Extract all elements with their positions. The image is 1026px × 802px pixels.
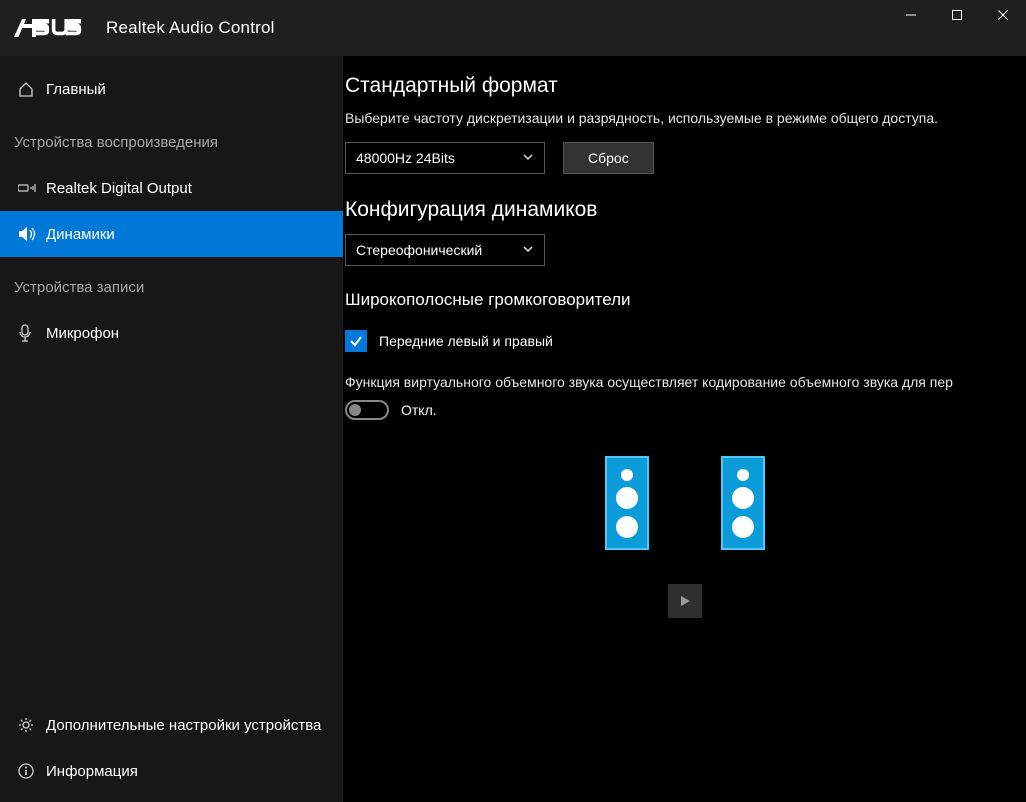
front-lr-checkbox[interactable]	[345, 330, 367, 352]
section-subtitle: Выберите частоту дискретизации и разрядн…	[345, 110, 1026, 126]
asus-logo	[14, 19, 82, 37]
speaker-driver-icon	[616, 516, 638, 538]
speaker-driver-icon	[616, 487, 638, 509]
sidebar-item-label: Микрофон	[46, 325, 119, 342]
speaker-config-value: Стереофонический	[356, 242, 482, 258]
window-controls	[888, 0, 1026, 30]
section-speaker-config: Конфигурация динамиков Стереофонический	[343, 198, 1026, 290]
sidebar-heading-playback: Устройства воспроизведения	[0, 112, 343, 165]
speaker-icon	[18, 226, 46, 242]
chevron-down-icon	[522, 150, 534, 166]
sidebar-item-speakers[interactable]: Динамики	[0, 211, 343, 257]
speaker-front-right[interactable]	[721, 456, 765, 550]
sidebar-item-microphone[interactable]: Микрофон	[0, 310, 343, 356]
sidebar: Главный Устройства воспроизведения Realt…	[0, 56, 343, 802]
toggle-knob	[349, 404, 361, 416]
speaker-layout	[343, 456, 1026, 550]
section-default-format: Стандартный формат Выберите частоту диск…	[343, 74, 1026, 198]
info-icon	[18, 763, 46, 779]
digital-output-icon	[18, 182, 46, 194]
section-title: Конфигурация динамиков	[345, 198, 1026, 234]
speaker-driver-icon	[732, 487, 754, 509]
sidebar-item-advanced[interactable]: Дополнительные настройки устройства	[0, 702, 343, 748]
virtual-surround-description: Функция виртуального объемного звука осу…	[345, 374, 1026, 390]
sidebar-item-label: Информация	[46, 763, 138, 780]
sidebar-heading-record: Устройства записи	[0, 257, 343, 310]
front-lr-label: Передние левый и правый	[379, 333, 553, 349]
speaker-driver-icon	[737, 469, 749, 481]
sidebar-item-label: Главный	[46, 81, 106, 98]
app-window: Realtek Audio Control Главный Устройства…	[0, 0, 1026, 802]
format-select-value: 48000Hz 24Bits	[356, 150, 455, 166]
sidebar-spacer	[0, 356, 343, 702]
sidebar-item-digital-output[interactable]: Realtek Digital Output	[0, 165, 343, 211]
section-title: Стандартный формат	[345, 74, 1026, 110]
play-test-button[interactable]	[668, 584, 702, 618]
close-button[interactable]	[980, 0, 1026, 30]
virtual-surround-toggle-label: Откл.	[401, 402, 437, 418]
reset-button[interactable]: Сброс	[563, 142, 654, 174]
maximize-button[interactable]	[934, 0, 980, 30]
sidebar-item-label: Дополнительные настройки устройства	[46, 717, 321, 734]
sidebar-item-label: Динамики	[46, 226, 115, 243]
app-title: Realtek Audio Control	[106, 18, 275, 38]
minimize-button[interactable]	[888, 0, 934, 30]
speaker-front-left[interactable]	[605, 456, 649, 550]
section-fullrange: Широкополосные громкоговорители Передние…	[343, 290, 1026, 618]
gear-icon	[18, 717, 46, 733]
sidebar-item-info[interactable]: Информация	[0, 748, 343, 794]
fullrange-title: Широкополосные громкоговорители	[345, 290, 1026, 322]
play-icon	[678, 594, 692, 608]
sidebar-item-main[interactable]: Главный	[0, 66, 343, 112]
titlebar: Realtek Audio Control	[0, 0, 1026, 56]
format-select[interactable]: 48000Hz 24Bits	[345, 142, 545, 174]
home-icon	[18, 81, 46, 97]
speaker-driver-icon	[621, 469, 633, 481]
window-body: Главный Устройства воспроизведения Realt…	[0, 56, 1026, 802]
chevron-down-icon	[522, 242, 534, 258]
speaker-driver-icon	[732, 516, 754, 538]
virtual-surround-toggle[interactable]	[345, 400, 389, 420]
sidebar-item-label: Realtek Digital Output	[46, 180, 192, 197]
microphone-icon	[18, 324, 46, 342]
speaker-config-select[interactable]: Стереофонический	[345, 234, 545, 266]
content-area: Стандартный формат Выберите частоту диск…	[343, 56, 1026, 802]
